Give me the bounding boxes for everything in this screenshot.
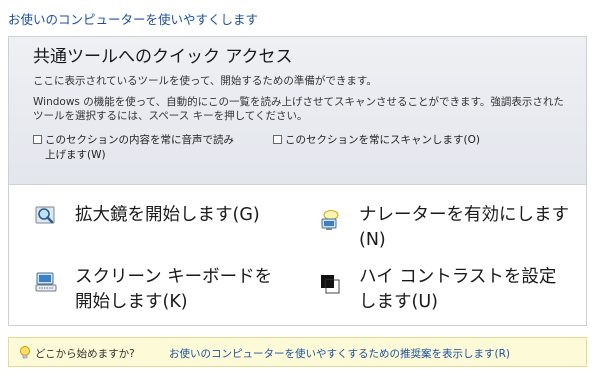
start-on-screen-keyboard-button[interactable]: スクリーン キーボードを開始します(K) [35, 265, 305, 321]
start-magnifier-button[interactable]: 拡大鏡を開始します(G) [35, 203, 295, 233]
start-on-screen-keyboard-label[interactable]: スクリーン キーボードを開始します(K) [75, 265, 289, 315]
recommendations-link[interactable]: お使いのコンピューターを使いやすくするための推奨案を表示します(R) [169, 346, 510, 361]
lightbulb-icon [18, 345, 32, 361]
quick-access-title: 共通ツールへのクイック アクセス [33, 47, 293, 67]
start-magnifier-label[interactable]: 拡大鏡を開始します(G) [75, 203, 315, 228]
start-narrator-label[interactable]: ナレーターを有効にします(N) [359, 203, 577, 253]
read-aloud-checkbox-label[interactable]: このセクションの内容を常に音声で読み上げます(W) [33, 133, 239, 163]
recommendation-hint-bar: どこから始めますか? お使いのコンピューターを使いやすくするための推奨案を表示し… [8, 337, 587, 367]
scan-checkbox-box[interactable] [273, 135, 282, 144]
read-aloud-checkbox-box[interactable] [33, 135, 42, 144]
page-title: お使いのコンピューターを使いやすくします [8, 12, 259, 27]
hint-prefix: どこから始めますか? [35, 348, 135, 360]
quick-access-scan-description: Windows の機能を使って、自動的にこの一覧を読み上げさせてスキャンさせるこ… [33, 96, 564, 122]
magnifier-icon [35, 205, 57, 227]
narrator-icon [319, 209, 341, 231]
set-high-contrast-label[interactable]: ハイ コントラストを設定します(U) [359, 265, 573, 315]
set-high-contrast-button[interactable]: ハイ コントラストを設定します(U) [319, 265, 589, 321]
scan-checkbox[interactable]: このセクションを常にスキャンします(O) [273, 133, 503, 148]
start-narrator-button[interactable]: ナレーターを有効にします(N) [319, 203, 589, 259]
quick-access-panel: 共通ツールへのクイック アクセス ここに表示されているツールを使って、開始するた… [8, 36, 587, 326]
quick-access-description: ここに表示されているツールを使って、開始するための準備ができます。 [33, 75, 377, 87]
scan-checkbox-label[interactable]: このセクションを常にスキャンします(O) [273, 133, 503, 148]
contrast-icon [319, 273, 341, 295]
keyboard-icon [35, 271, 57, 293]
read-aloud-checkbox[interactable]: このセクションの内容を常に音声で読み上げます(W) [33, 133, 239, 163]
quick-access-header: 共通ツールへのクイック アクセス ここに表示されているツールを使って、開始するた… [9, 37, 586, 185]
